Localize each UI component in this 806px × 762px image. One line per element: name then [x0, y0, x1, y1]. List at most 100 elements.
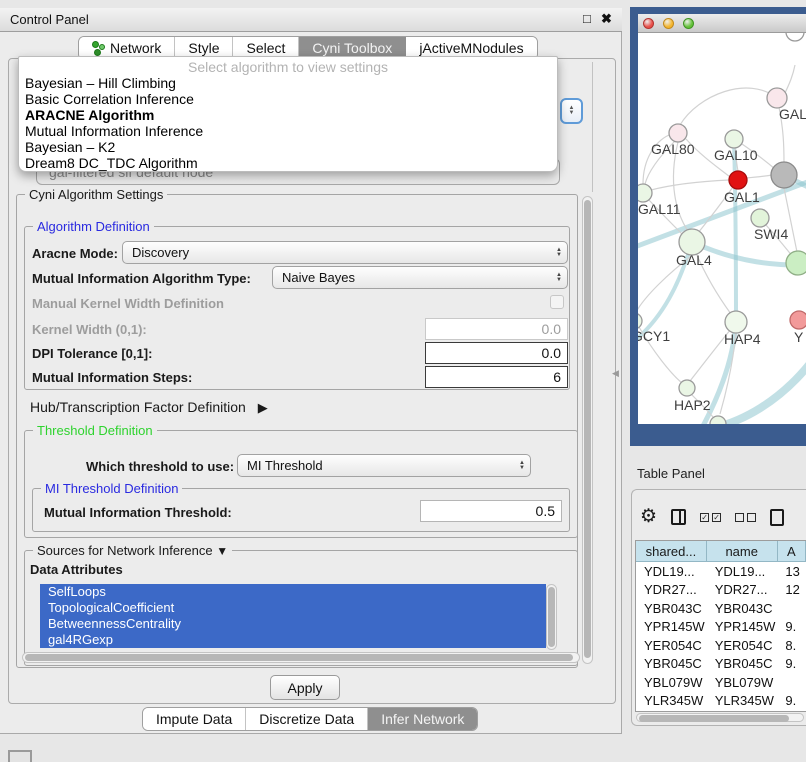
close-window-icon[interactable]: ✖ — [601, 11, 612, 27]
mi-steps-label: Mutual Information Steps: — [32, 370, 192, 385]
algorithm-option[interactable]: Bayesian – Hill Climbing — [19, 75, 557, 91]
network-edge[interactable] — [680, 88, 777, 125]
dpi-tolerance-field[interactable]: 0.0 — [425, 342, 568, 364]
attribute-list-item[interactable]: SelfLoops — [40, 584, 546, 600]
network-node-hap2[interactable] — [679, 380, 695, 396]
hub-expand-icon[interactable]: ▶ — [258, 400, 268, 416]
which-threshold-combobox[interactable]: MI Threshold ▲▼ — [237, 454, 531, 477]
network-window-titlebar[interactable] — [638, 14, 806, 33]
manual-kernel-width-checkbox[interactable] — [550, 295, 564, 309]
network-edge[interactable] — [746, 175, 772, 178]
close-traffic-icon[interactable] — [643, 18, 654, 29]
sources-collapse-icon[interactable]: ▼ — [216, 544, 228, 558]
zoom-traffic-icon[interactable] — [683, 18, 694, 29]
table-hscrollbar[interactable] — [636, 713, 804, 722]
columns-icon[interactable] — [671, 509, 686, 525]
hub-definition-row[interactable]: Hub/Transcription Factor Definition ▶ — [30, 399, 268, 416]
minimized-panel-icon[interactable] — [8, 750, 32, 762]
settings-scrollbar-thumb[interactable] — [584, 200, 591, 658]
network-node-gal80[interactable] — [669, 124, 687, 142]
attribute-list-item[interactable]: gal4RGexp — [40, 632, 546, 648]
checked-pair-icon[interactable]: ✓✓ — [700, 513, 721, 522]
mi-algorithm-type-combobox[interactable]: Naive Bayes ▲▼ — [272, 266, 568, 289]
table-row[interactable]: YBR045CYBR045C9. — [636, 655, 806, 674]
data-attributes-list[interactable]: SelfLoopsTopologicalCoefficientBetweenne… — [40, 584, 546, 648]
attribute-list-item[interactable]: BetweennessCentrality — [40, 616, 546, 632]
node-label: GAL — [779, 106, 806, 122]
tab-label: Network — [110, 40, 161, 56]
unchecked-pair-icon[interactable] — [735, 513, 756, 522]
minimize-traffic-icon[interactable] — [663, 18, 674, 29]
table-cell: YDL19... — [636, 562, 707, 581]
column-header-A[interactable]: A — [778, 541, 806, 562]
mi-threshold-field[interactable]: 0.5 — [420, 500, 562, 522]
table-cell: YBL079W — [636, 673, 707, 692]
network-edge-thick[interactable] — [698, 361, 806, 424]
table-row[interactable]: YDL19...YDL19...13 — [636, 562, 806, 581]
node-table[interactable]: shared...nameA YDL19...YDL19...13YDR27..… — [635, 540, 806, 712]
table-row[interactable]: YLR345WYLR345W9. — [636, 692, 806, 711]
settings-hscrollbar[interactable] — [22, 652, 580, 663]
tab-impute-data[interactable]: Impute Data — [143, 708, 246, 730]
network-view-canvas[interactable]: GALGAL80GAL10GAL1GAL11SWI4GAL4GCY1HAP4YH… — [638, 33, 806, 424]
float-window-icon[interactable]: □ — [583, 11, 591, 26]
settings-scrollbar[interactable] — [582, 196, 593, 664]
split-collapse-icon[interactable]: ◀ — [612, 368, 619, 379]
algorithm-option[interactable]: ARACNE Algorithm — [19, 107, 557, 123]
kernel-width-field[interactable]: 0.0 — [425, 318, 568, 340]
network-node-gal11[interactable] — [638, 184, 652, 202]
table-hscrollbar-thumb[interactable] — [639, 715, 789, 722]
settings-hscrollbar-thumb[interactable] — [25, 654, 573, 661]
network-node-gal[interactable] — [767, 88, 787, 108]
network-edge[interactable] — [651, 180, 729, 190]
network-node[interactable] — [786, 251, 806, 275]
table-row[interactable]: YPR145WYPR145W9. — [636, 618, 806, 637]
apply-button[interactable]: Apply — [270, 675, 340, 700]
tab-discretize-data[interactable]: Discretize Data — [246, 708, 368, 730]
network-node-swi4[interactable] — [751, 209, 769, 227]
aracne-mode-combobox[interactable]: Discovery ▲▼ — [122, 241, 568, 264]
algorithm-option[interactable]: Dream8 DC_TDC Algorithm — [19, 155, 557, 171]
table-cell: YER054C — [707, 636, 778, 655]
column-header-name[interactable]: name — [707, 541, 778, 562]
network-node[interactable] — [786, 33, 804, 41]
table-row[interactable]: YER054CYER054C8. — [636, 636, 806, 655]
table-cell: YLR345W — [636, 692, 707, 711]
attributes-scrollbar[interactable] — [546, 584, 557, 650]
network-edge-thick[interactable] — [734, 139, 736, 322]
network-node-gal10[interactable] — [725, 130, 743, 148]
control-panel-titlebar[interactable] — [0, 8, 622, 32]
table-toolbar: ⚙ ✓✓ — [640, 503, 806, 531]
tab-infer-network[interactable]: Infer Network — [368, 708, 477, 730]
table-row[interactable]: YBR043CYBR043C — [636, 599, 806, 618]
network-node-gcy1[interactable] — [638, 313, 642, 329]
algorithm-option[interactable]: Bayesian – K2 — [19, 139, 557, 155]
table-row[interactable]: YIL052CYIL052C9 — [636, 710, 806, 712]
network-node-gal1[interactable] — [729, 171, 747, 189]
node-label: Y — [794, 329, 804, 345]
attributes-scrollbar-thumb[interactable] — [548, 587, 555, 647]
mi-threshold-definition-title: MI Threshold Definition — [41, 481, 182, 496]
algorithm-option[interactable]: Basic Correlation Inference — [19, 91, 557, 107]
file-icon[interactable] — [770, 509, 784, 526]
node-label: GCY1 — [638, 328, 670, 344]
attribute-list-item[interactable]: TopologicalCoefficient — [40, 600, 546, 616]
network-node[interactable] — [771, 162, 797, 188]
table-row[interactable]: YDR27...YDR27...12 — [636, 581, 806, 600]
focused-combobox-stepper[interactable]: ▲▼ — [560, 98, 583, 124]
table-row[interactable]: YBL079WYBL079W — [636, 673, 806, 692]
mi-steps-field[interactable]: 6 — [425, 366, 568, 388]
mi-algorithm-type-value: Naive Bayes — [282, 270, 551, 285]
table-cell: 9. — [777, 618, 806, 637]
network-node-hap4[interactable] — [725, 311, 747, 333]
table-panel-title: Table Panel — [637, 466, 705, 481]
network-node-y[interactable] — [790, 311, 806, 329]
table-cell — [777, 599, 806, 618]
aracne-mode-value: Discovery — [132, 245, 551, 260]
column-header-shared...[interactable]: shared... — [636, 541, 707, 562]
network-edge[interactable] — [784, 188, 797, 252]
algorithm-option[interactable]: Mutual Information Inference — [19, 123, 557, 139]
combo-stepper-icon: ▲▼ — [514, 461, 530, 471]
gear-icon[interactable]: ⚙ — [640, 507, 657, 527]
node-label: GAL11 — [638, 201, 681, 217]
